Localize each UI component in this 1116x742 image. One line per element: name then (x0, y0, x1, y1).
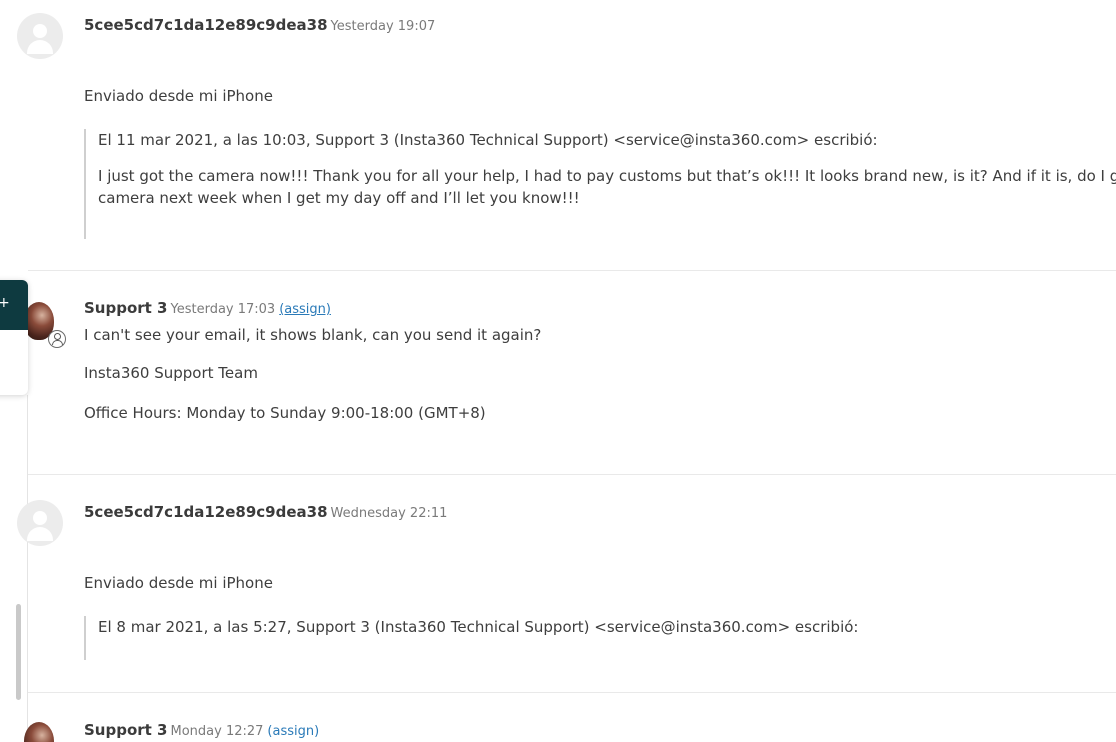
author-name: 5cee5cd7c1da12e89c9dea38 (84, 16, 328, 34)
side-divider (27, 395, 28, 742)
message-divider (28, 270, 1116, 271)
quote-header: El 8 mar 2021, a las 5:27, Support 3 (In… (98, 618, 859, 636)
avatar-head-icon (33, 511, 47, 525)
quoted-message: El 11 mar 2021, a las 10:03, Support 3 (… (84, 129, 1116, 239)
message-divider (28, 474, 1116, 475)
assign-link[interactable]: (assign) (279, 302, 331, 317)
message-author: 5cee5cd7c1da12e89c9dea38 Yesterday 19:07 (84, 16, 435, 34)
message-time: Yesterday 17:03 (170, 302, 276, 317)
quoted-message: El 8 mar 2021, a las 5:27, Support 3 (In… (84, 616, 1116, 660)
plus-icon[interactable]: + (0, 296, 10, 310)
author-name: 5cee5cd7c1da12e89c9dea38 (84, 503, 328, 521)
quote-header: El 11 mar 2021, a las 10:03, Support 3 (… (98, 131, 878, 149)
message-divider (28, 692, 1116, 693)
message-body: Enviado desde mi iPhone (84, 87, 273, 105)
message-author: Support 3 Yesterday 17:03 (assign) (84, 299, 331, 317)
quote-line: camera next week when I get my day off a… (98, 189, 580, 207)
message-line: I can't see your email, it shows blank, … (84, 326, 542, 344)
agent-photo (24, 722, 54, 742)
agent-avatar (24, 302, 66, 348)
author-name: Support 3 (84, 299, 168, 317)
customer-avatar (17, 500, 63, 546)
message-time: Yesterday 19:07 (330, 19, 436, 34)
scrollbar[interactable] (16, 604, 21, 700)
avatar-body-icon (27, 40, 53, 54)
message-line: Insta360 Support Team (84, 364, 258, 382)
avatar-head-icon (33, 24, 47, 38)
side-panel[interactable]: + (0, 280, 28, 395)
agent-avatar (24, 722, 54, 742)
assign-link[interactable]: (assign) (267, 724, 319, 739)
message-author: Support 3 Monday 12:27 (assign) (84, 721, 319, 739)
avatar-body-icon (27, 527, 53, 541)
side-panel-header[interactable]: + (0, 280, 28, 330)
author-name: Support 3 (84, 721, 168, 739)
message-body: Enviado desde mi iPhone (84, 574, 273, 592)
message-time: Monday 12:27 (170, 724, 264, 739)
quote-line: I just got the camera now!!! Thank you f… (98, 167, 1116, 185)
message-time: Wednesday 22:11 (330, 506, 448, 521)
message-author: 5cee5cd7c1da12e89c9dea38 Wednesday 22:11 (84, 503, 447, 521)
message-line: Office Hours: Monday to Sunday 9:00-18:0… (84, 404, 486, 422)
customer-avatar (17, 13, 63, 59)
conversation-thread: + 5cee5cd7c1da12e89c9dea38 Yesterday 19:0… (0, 0, 1116, 742)
agent-badge-icon (48, 330, 66, 348)
